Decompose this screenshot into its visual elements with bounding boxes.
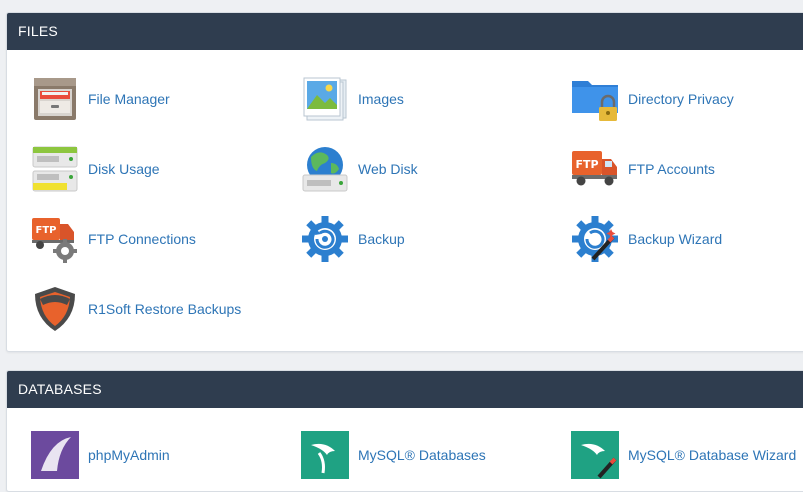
- file-manager-label: File Manager: [88, 91, 170, 107]
- phpmyadmin-label: phpMyAdmin: [88, 447, 170, 463]
- ftp-truck-icon: FTP: [571, 145, 619, 193]
- mysql-database-wizard-label: MySQL® Database Wizard: [628, 447, 797, 463]
- backup-label: Backup: [358, 231, 405, 247]
- disk-usage-icon: [31, 145, 79, 193]
- svg-text:FTP: FTP: [36, 225, 57, 236]
- directory-privacy-link[interactable]: Directory Privacy: [571, 74, 734, 124]
- ftp-accounts-link[interactable]: FTP FTP Accounts: [571, 144, 715, 194]
- ftp-connections-label: FTP Connections: [88, 231, 196, 247]
- backup-wizard-icon: [571, 215, 619, 263]
- disk-usage-link[interactable]: Disk Usage: [31, 144, 160, 194]
- r1soft-restore-backups-link[interactable]: R1Soft Restore Backups: [31, 284, 241, 334]
- files-panel: FILES File Manager Images Directory Priv…: [6, 12, 803, 352]
- file-cabinet-icon: [31, 75, 79, 123]
- images-link[interactable]: Images: [301, 74, 404, 124]
- mysql-databases-link[interactable]: MySQL® Databases: [301, 430, 486, 480]
- mysql-databases-label: MySQL® Databases: [358, 447, 486, 463]
- web-disk-label: Web Disk: [358, 161, 418, 177]
- file-manager-link[interactable]: File Manager: [31, 74, 170, 124]
- images-label: Images: [358, 91, 404, 107]
- mysql-database-wizard-link[interactable]: MySQL® Database Wizard: [571, 430, 796, 480]
- backup-wizard-link[interactable]: Backup Wizard: [571, 214, 722, 264]
- images-icon: [301, 75, 349, 123]
- files-panel-title: FILES: [7, 13, 803, 50]
- folder-lock-icon: [571, 75, 619, 123]
- backup-gear-icon: [301, 215, 349, 263]
- web-disk-link[interactable]: Web Disk: [301, 144, 418, 194]
- phpmyadmin-link[interactable]: phpMyAdmin: [31, 430, 170, 480]
- mysql-dolphin-icon: [301, 431, 349, 479]
- phpmyadmin-icon: [31, 431, 79, 479]
- ftp-connections-link[interactable]: FTP FTP Connections: [31, 214, 196, 264]
- ftp-accounts-label: FTP Accounts: [628, 161, 715, 177]
- directory-privacy-label: Directory Privacy: [628, 91, 734, 107]
- disk-usage-label: Disk Usage: [88, 161, 160, 177]
- svg-text:FTP: FTP: [575, 158, 598, 171]
- databases-panel-title: DATABASES: [7, 371, 803, 408]
- r1soft-shield-icon: [31, 285, 79, 333]
- web-disk-icon: [301, 145, 349, 193]
- r1soft-restore-backups-label: R1Soft Restore Backups: [88, 301, 242, 317]
- backup-link[interactable]: Backup: [301, 214, 405, 264]
- databases-panel: DATABASES phpMyAdmin MySQL® Databases My…: [6, 370, 803, 492]
- mysql-wizard-icon: [571, 431, 619, 479]
- backup-wizard-label: Backup Wizard: [628, 231, 723, 247]
- ftp-connections-icon: FTP: [31, 215, 79, 263]
